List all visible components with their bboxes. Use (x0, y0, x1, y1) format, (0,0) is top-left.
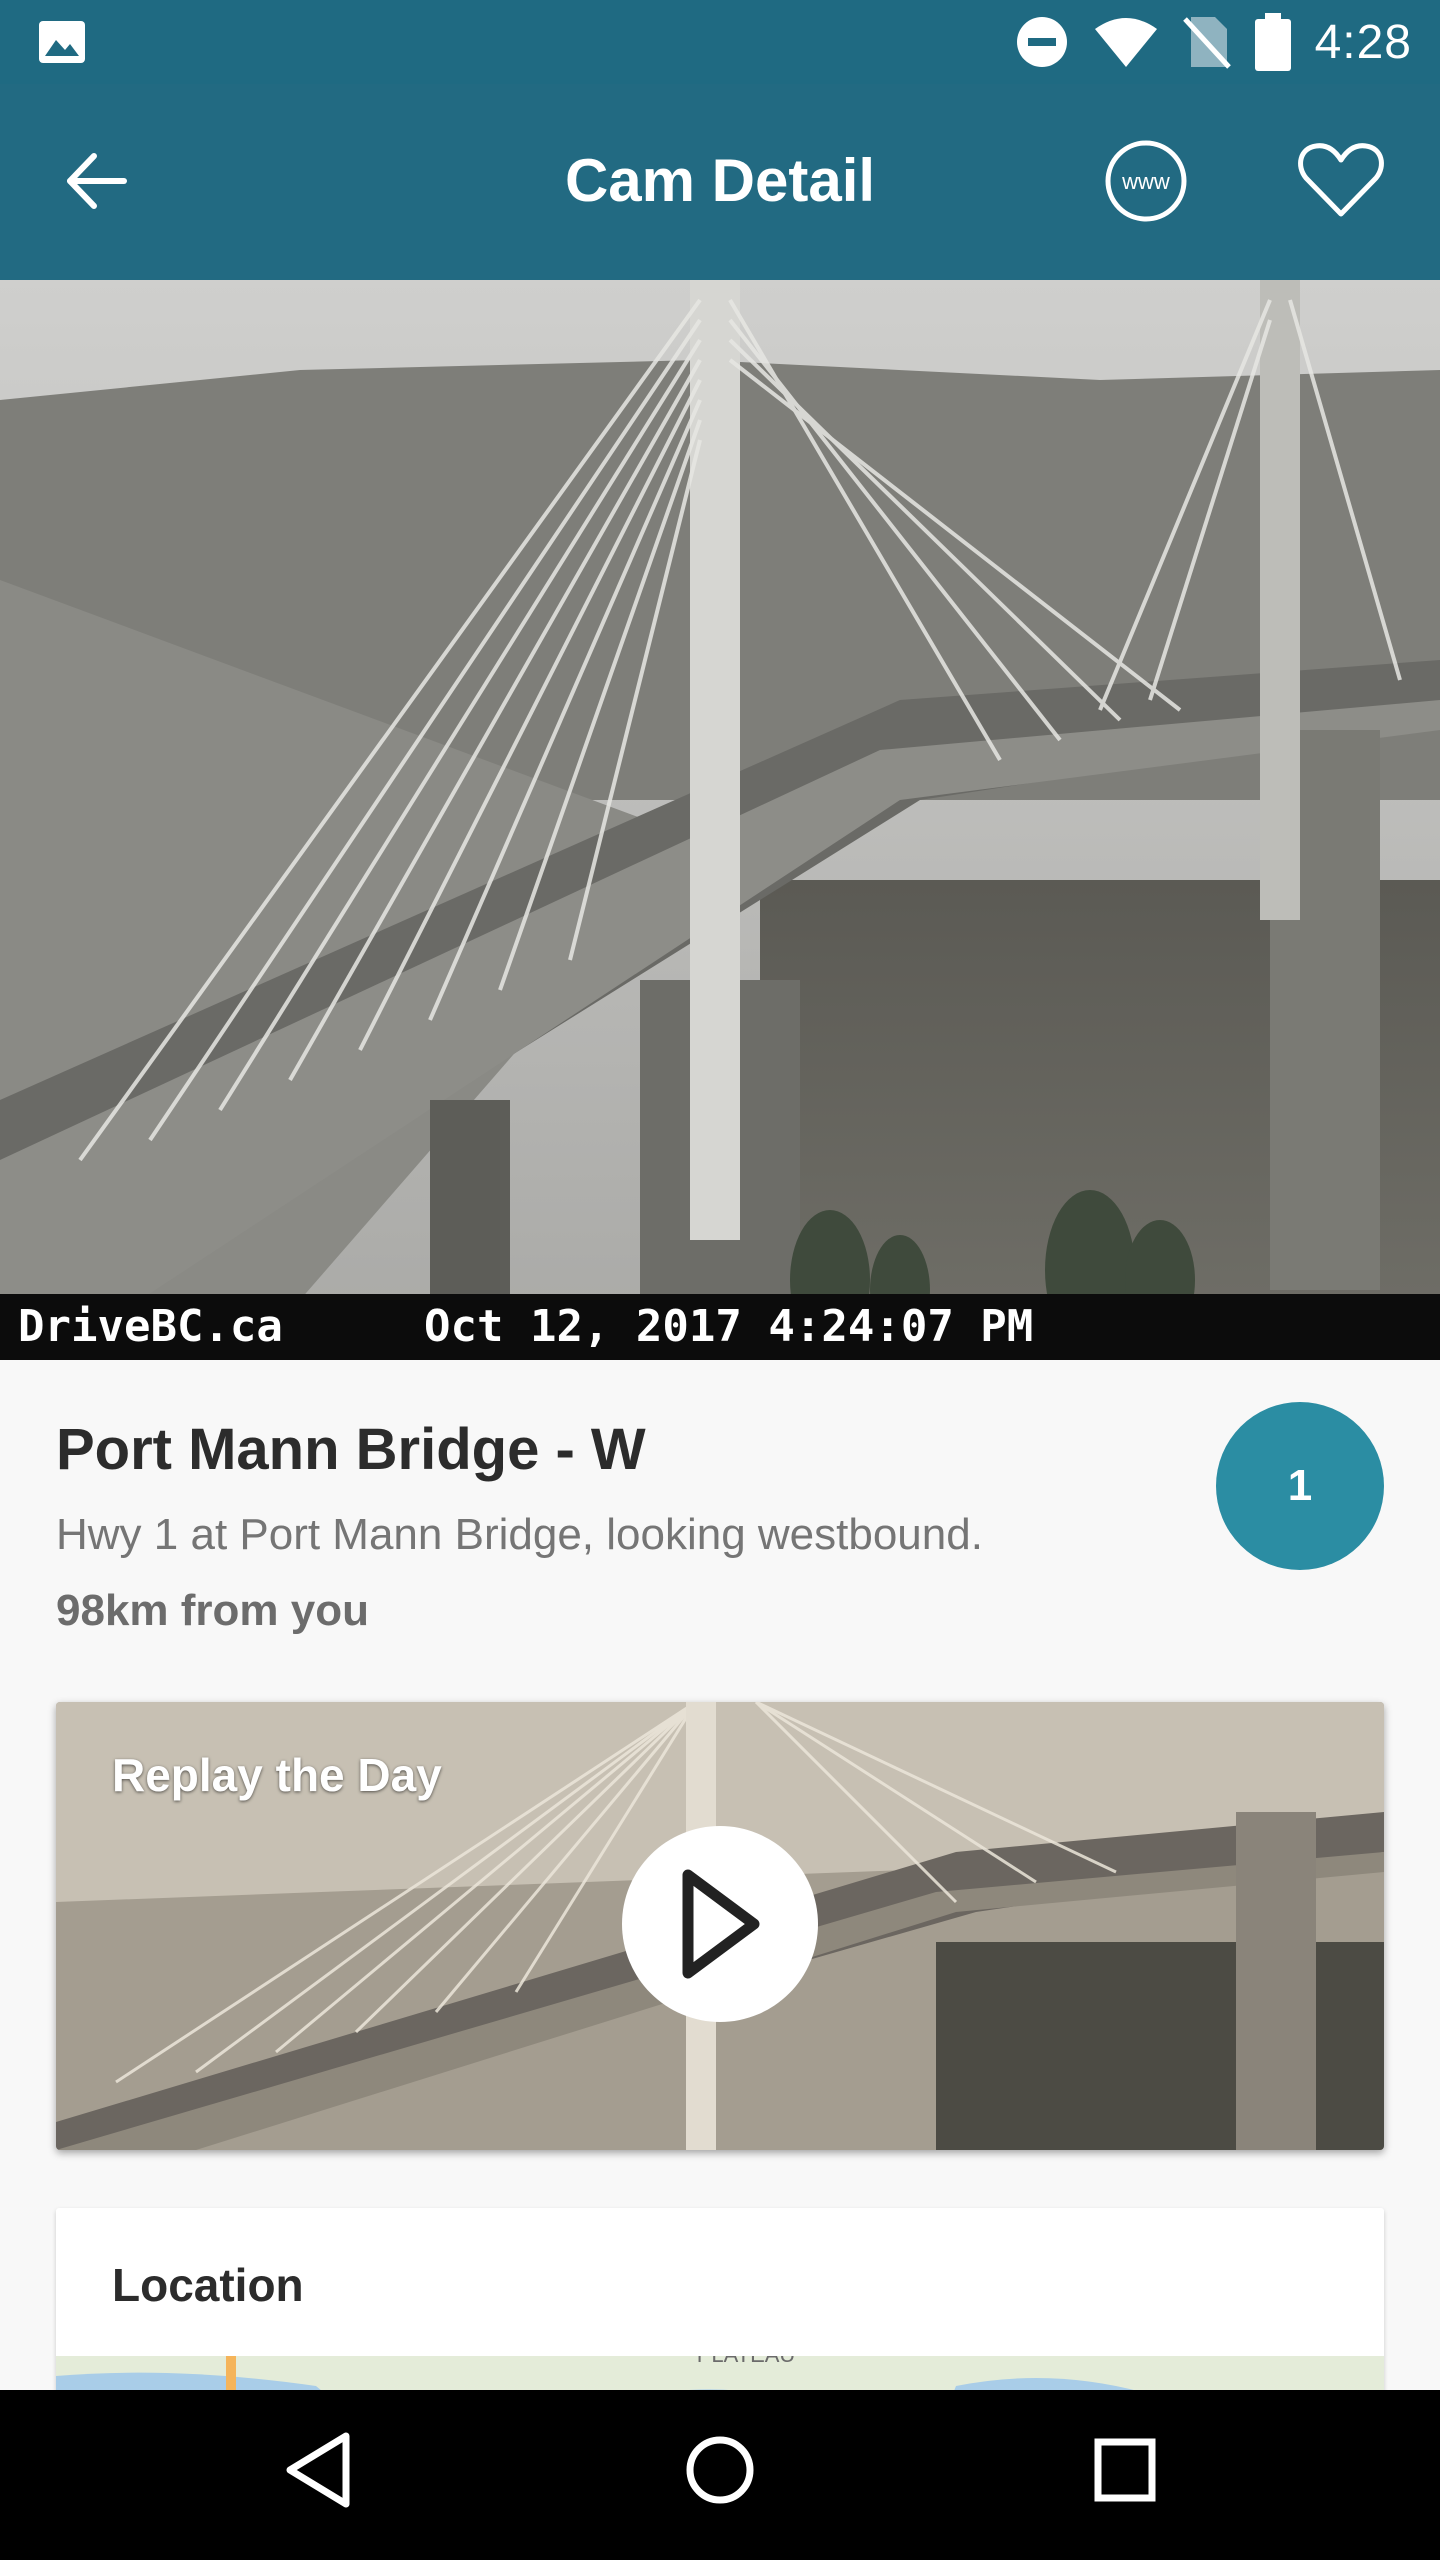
nav-home-icon[interactable] (684, 2430, 756, 2510)
do-not-disturb-icon (1016, 17, 1067, 67)
camera-badge[interactable]: 1 (1216, 1402, 1384, 1570)
camera-distance: 98km from you (56, 1586, 369, 1635)
www-label: www (1121, 169, 1170, 194)
nav-back-icon[interactable] (282, 2430, 352, 2510)
status-icons: 4:28 (1015, 10, 1412, 74)
location-title: Location (112, 2259, 304, 2311)
system-nav-bar (0, 2390, 1440, 2560)
camera-caption: DriveBC.ca Oct 12, 2017 4:24:07 PM (0, 1294, 1440, 1360)
app-bar: Cam Detail www (0, 84, 1440, 280)
wifi-icon (1094, 18, 1157, 67)
image-icon (39, 21, 85, 63)
nav-recents-icon[interactable] (1090, 2430, 1160, 2510)
camera-name: Port Mann Bridge - W (56, 1417, 646, 1482)
camera-info: Port Mann Bridge - W Hwy 1 at Port Mann … (0, 1360, 1440, 2428)
camera-description: Hwy 1 at Port Mann Bridge, looking westb… (56, 1510, 983, 1559)
status-bar: 4:28 (0, 0, 1440, 84)
bridge-photo (0, 280, 1440, 1360)
caption-timestamp: Oct 12, 2017 4:24:07 PM (424, 1301, 1034, 1352)
www-button[interactable]: www (1104, 139, 1188, 223)
play-icon (682, 1869, 760, 1979)
replay-label: Replay the Day (112, 1749, 442, 1801)
no-sim-icon (1182, 17, 1231, 69)
map-label: PLATEAU (697, 2356, 796, 2367)
page-title: Cam Detail (564, 147, 876, 214)
favorite-heart-icon[interactable] (1296, 140, 1386, 220)
status-time: 4:28 (1314, 15, 1412, 69)
replay-card[interactable]: Replay the Day (56, 1702, 1384, 2150)
play-button[interactable] (622, 1826, 818, 2022)
caption-site: DriveBC.ca (18, 1301, 283, 1352)
camera-image[interactable] (0, 280, 1440, 1360)
battery-icon (1254, 13, 1291, 71)
